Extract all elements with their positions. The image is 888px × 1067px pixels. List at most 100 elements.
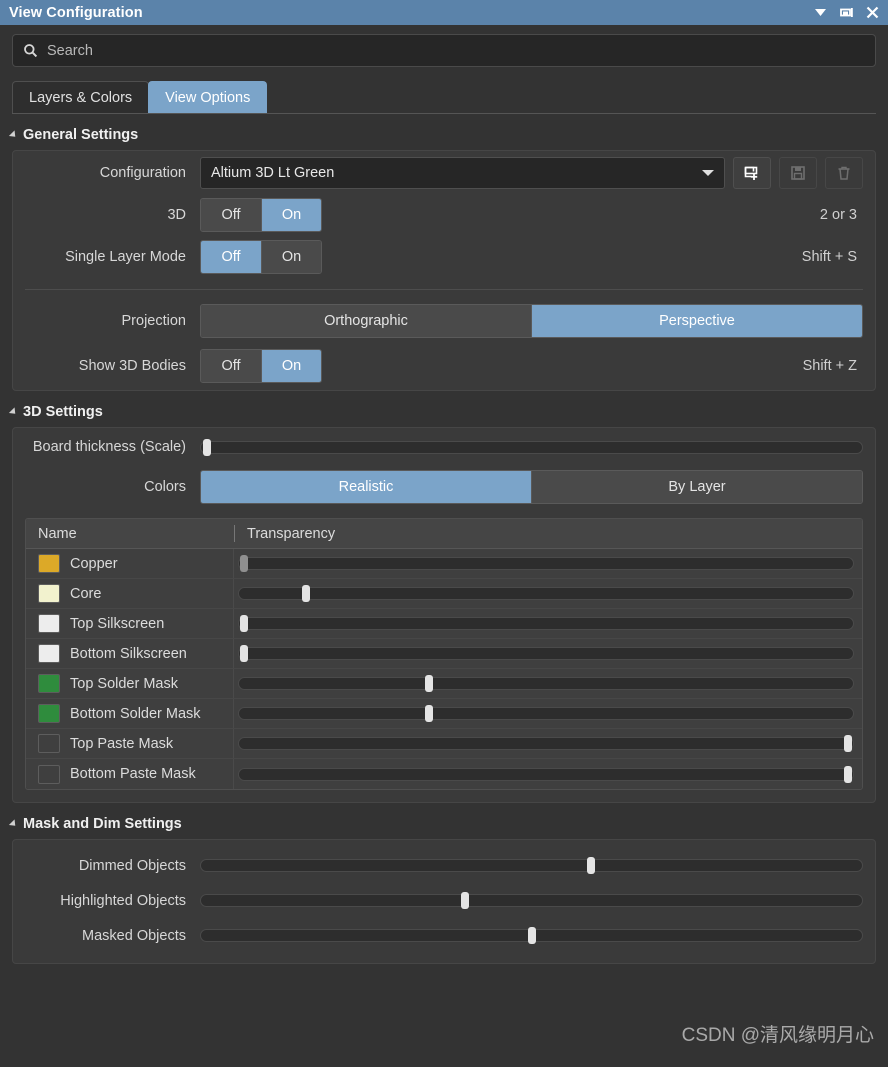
slider-thumb[interactable] [202, 438, 211, 456]
layer-color-swatch[interactable] [38, 644, 60, 663]
mask-and-dim-panel: Dimmed Objects Highlighted Objects Masked … [12, 839, 876, 964]
single-layer-mode-option-on[interactable]: On [261, 241, 321, 273]
layer-name-cell: Top Solder Mask [26, 669, 234, 698]
configuration-dropdown[interactable]: Altium 3D Lt Green [200, 157, 725, 189]
layer-name: Bottom Solder Mask [70, 705, 201, 722]
configuration-label: Configuration [99, 165, 186, 181]
table-row[interactable]: Top Paste Mask [26, 729, 862, 759]
projection-option-orthographic[interactable]: Orthographic [201, 305, 531, 337]
projection-option-perspective[interactable]: Perspective [531, 305, 862, 337]
layer-color-swatch[interactable] [38, 554, 60, 573]
save-configuration-button[interactable] [779, 157, 817, 189]
layer-transparency-slider[interactable] [238, 555, 854, 572]
general-settings-panel: Configuration Altium 3D Lt Green 3D Off … [12, 150, 876, 391]
slider-thumb[interactable] [527, 927, 536, 944]
slider-thumb[interactable] [424, 705, 433, 722]
new-configuration-button[interactable] [733, 157, 771, 189]
slider-track [238, 557, 854, 570]
layer-transparency-slider[interactable] [238, 735, 854, 752]
delete-configuration-button[interactable] [825, 157, 863, 189]
single-layer-mode-option-off[interactable]: Off [201, 241, 261, 273]
search-input[interactable] [47, 42, 865, 59]
colors-toggle: Realistic By Layer [200, 470, 863, 504]
mask-slider-row: Dimmed Objects [13, 848, 875, 883]
slider-track [238, 767, 854, 781]
layer-name-cell: Core [26, 579, 234, 608]
slider-thumb[interactable] [461, 892, 470, 909]
search-box[interactable] [12, 34, 876, 67]
tab-view-options[interactable]: View Options [148, 81, 268, 113]
layer-transparency-slider[interactable] [238, 675, 854, 692]
layer-color-swatch[interactable] [38, 614, 60, 633]
table-row[interactable]: Bottom Silkscreen [26, 639, 862, 669]
slider-thumb[interactable] [843, 765, 852, 783]
slider-thumb[interactable] [587, 857, 596, 874]
table-row[interactable]: Bottom Paste Mask [26, 759, 862, 789]
close-icon[interactable] [865, 5, 880, 20]
pin-icon[interactable] [839, 5, 854, 20]
colors-option-realistic[interactable]: Realistic [201, 471, 531, 503]
table-row[interactable]: Bottom Solder Mask [26, 699, 862, 729]
slider-thumb[interactable] [843, 735, 852, 752]
mask-slider[interactable] [200, 927, 863, 944]
column-header-transparency: Transparency [247, 525, 336, 542]
layer-name-cell: Bottom Silkscreen [26, 639, 234, 668]
slider-thumb[interactable] [240, 645, 249, 662]
single-layer-mode-toggle: Off On [200, 240, 322, 274]
mask-slider[interactable] [200, 892, 863, 909]
slider-thumb[interactable] [240, 555, 249, 572]
slider-track [200, 859, 863, 872]
layer-name: Top Silkscreen [70, 615, 165, 632]
board-thickness-slider[interactable] [200, 438, 863, 456]
layer-transparency-slider[interactable] [238, 585, 854, 602]
single-layer-mode-shortcut: Shift + S [801, 249, 857, 265]
layer-name-cell: Copper [26, 549, 234, 578]
section-header-mask-and-dim-settings[interactable]: Mask and Dim Settings [0, 803, 888, 839]
mask-slider[interactable] [200, 857, 863, 874]
table-row[interactable]: Copper [26, 549, 862, 579]
3d-option-on[interactable]: On [261, 199, 321, 231]
window-controls [813, 5, 880, 20]
section-header-3d-settings[interactable]: 3D Settings [0, 391, 888, 427]
3d-shortcut: 2 or 3 [819, 207, 857, 223]
colors-label: Colors [144, 479, 186, 495]
layer-transparency-cell [234, 729, 862, 758]
tab-layers-and-colors[interactable]: Layers & Colors [12, 81, 150, 113]
title-bar: View Configuration [0, 0, 888, 25]
table-row[interactable]: Top Silkscreen [26, 609, 862, 639]
section-header-general-settings[interactable]: General Settings [0, 114, 888, 150]
layers-table: Name Transparency Copper Core Top Silkscre… [25, 518, 863, 790]
mask-slider-label: Masked Objects [82, 927, 186, 944]
layer-transparency-slider[interactable] [238, 705, 854, 722]
show-3d-bodies-option-off[interactable]: Off [201, 350, 261, 382]
3d-option-off[interactable]: Off [201, 199, 261, 231]
mask-slider-list: Dimmed Objects Highlighted Objects Masked … [13, 840, 875, 963]
table-body: Copper Core Top Silkscreen Bottom Silkscree… [26, 549, 862, 789]
slider-thumb[interactable] [301, 585, 310, 602]
show-3d-bodies-row: Show 3D Bodies Off On Shift + Z [13, 342, 875, 390]
column-header-name: Name [38, 525, 77, 542]
show-3d-bodies-option-on[interactable]: On [261, 350, 321, 382]
3d-toggle: Off On [200, 198, 322, 232]
slider-thumb[interactable] [240, 615, 249, 632]
chevron-down-icon[interactable] [813, 5, 828, 20]
layer-color-swatch[interactable] [38, 674, 60, 693]
search-area [0, 25, 888, 67]
layer-transparency-slider[interactable] [238, 645, 854, 662]
slider-track [238, 617, 854, 630]
layer-color-swatch[interactable] [38, 704, 60, 723]
layer-transparency-slider[interactable] [238, 615, 854, 632]
layer-color-swatch[interactable] [38, 584, 60, 603]
colors-option-by-layer[interactable]: By Layer [531, 471, 862, 503]
layer-transparency-slider[interactable] [238, 765, 854, 783]
layer-color-swatch[interactable] [38, 764, 60, 784]
table-row[interactable]: Core [26, 579, 862, 609]
collapse-caret-icon [8, 130, 19, 140]
slider-thumb[interactable] [424, 675, 433, 692]
projection-toggle: Orthographic Perspective [200, 304, 863, 338]
mask-slider-label: Dimmed Objects [78, 857, 186, 874]
layer-color-swatch[interactable] [38, 734, 60, 753]
slider-track [238, 677, 854, 690]
table-row[interactable]: Top Solder Mask [26, 669, 862, 699]
collapse-caret-icon [8, 819, 19, 829]
